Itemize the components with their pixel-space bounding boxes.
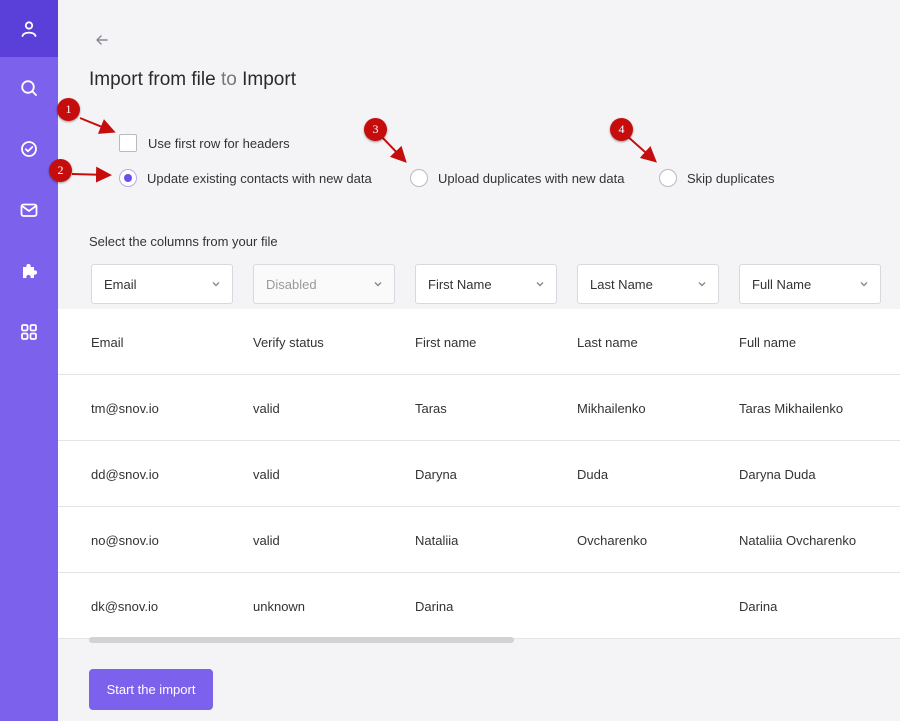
table-cell: no@snov.io: [91, 532, 159, 548]
back-button[interactable]: [92, 30, 112, 50]
annotation-marker-1: 1: [57, 98, 80, 121]
table-row: no@snov.io valid Nataliia Ovcharenko Nat…: [58, 507, 900, 573]
table-row: dd@snov.io valid Daryna Duda Daryna Duda: [58, 441, 900, 507]
table-cell: valid: [253, 532, 280, 548]
update-existing-radio[interactable]: Update existing contacts with new data: [119, 169, 372, 187]
table-cell: dk@snov.io: [91, 598, 159, 614]
chevron-down-icon: [374, 282, 382, 287]
table-cell: Nataliia: [415, 532, 459, 548]
table-cell: Ovcharenko: [577, 532, 648, 548]
column-header: Verify status: [253, 334, 324, 350]
table-cell: Taras: [415, 400, 447, 416]
table-cell: valid: [253, 466, 280, 482]
table-cell: dd@snov.io: [91, 466, 159, 482]
column-select-4[interactable]: Last Name: [577, 264, 719, 304]
select-value: Email: [104, 276, 137, 292]
preview-table: Email Verify status First name Last name…: [58, 309, 900, 639]
radio-selected[interactable]: [119, 169, 137, 187]
column-select-2[interactable]: Disabled: [253, 264, 395, 304]
upload-duplicates-label: Upload duplicates with new data: [438, 170, 625, 186]
person-icon: [21, 20, 37, 37]
horizontal-scrollbar[interactable]: [89, 637, 514, 643]
column-header: Email: [91, 334, 124, 350]
update-existing-label: Update existing contacts with new data: [147, 170, 372, 186]
use-first-row-checkbox[interactable]: Use first row for headers: [119, 134, 290, 152]
column-select-3[interactable]: First Name: [415, 264, 557, 304]
sidebar-item-integrations[interactable]: [0, 242, 58, 299]
table-cell: tm@snov.io: [91, 400, 159, 416]
table-cell: Daryna Duda: [739, 466, 816, 482]
grid-icon: [21, 323, 37, 340]
radio[interactable]: [659, 169, 677, 187]
start-import-button[interactable]: Start the import: [89, 669, 213, 710]
chevron-down-icon: [212, 282, 220, 287]
table-cell: Daryna: [415, 466, 457, 482]
table-cell: Taras Mikhailenko: [739, 400, 844, 416]
select-value: First Name: [428, 276, 492, 292]
annotation-marker-4: 4: [610, 118, 633, 141]
mail-icon: [20, 203, 38, 217]
checkbox[interactable]: [119, 134, 137, 152]
page-title: Import from file to Import: [89, 69, 296, 90]
skip-duplicates-radio[interactable]: Skip duplicates: [659, 169, 774, 187]
column-header: First name: [415, 334, 477, 350]
use-first-row-label: Use first row for headers: [148, 135, 290, 151]
column-header: Full name: [739, 334, 797, 350]
table-cell: Mikhailenko: [577, 400, 646, 416]
select-value: Last Name: [590, 276, 653, 292]
column-select-1[interactable]: Email: [91, 264, 233, 304]
table-cell: Darina: [739, 598, 778, 614]
chevron-down-icon: [536, 282, 544, 287]
skip-duplicates-label: Skip duplicates: [687, 170, 775, 186]
check-circle-icon: [21, 140, 37, 157]
radio[interactable]: [410, 169, 428, 187]
column-header: Last name: [577, 334, 638, 350]
table-row: dk@snov.io unknown Darina Darina: [58, 573, 900, 639]
search-icon: [21, 79, 37, 96]
columns-label: Select the columns from your file: [89, 234, 278, 249]
table-cell: Darina: [415, 598, 454, 614]
annotation-marker-3: 3: [364, 118, 387, 141]
table-header-row: Email Verify status First name Last name…: [58, 309, 900, 375]
select-value: Full Name: [752, 276, 812, 292]
chevron-down-icon: [860, 282, 868, 287]
puzzle-icon: [23, 263, 38, 278]
sidebar: [0, 0, 58, 721]
upload-duplicates-radio[interactable]: Upload duplicates with new data: [410, 169, 624, 187]
table-cell: Duda: [577, 466, 609, 482]
column-select-5[interactable]: Full Name: [739, 264, 881, 304]
annotation-marker-2: 2: [49, 159, 72, 182]
table-cell: unknown: [253, 598, 306, 614]
table-cell: Nataliia Ovcharenko: [739, 532, 857, 548]
sidebar-item-email[interactable]: [0, 181, 58, 238]
table-row: tm@snov.io valid Taras Mikhailenko Taras…: [58, 375, 900, 441]
sidebar-item-apps[interactable]: [0, 303, 58, 360]
sidebar-item-contacts[interactable]: [0, 0, 58, 57]
arrow-left-icon: [96, 35, 108, 45]
select-value: Disabled: [266, 276, 317, 292]
main-content: Import from file to Import Use first row…: [58, 0, 900, 721]
chevron-down-icon: [698, 282, 706, 287]
table-cell: valid: [253, 400, 280, 416]
sidebar-item-search[interactable]: [0, 59, 58, 116]
